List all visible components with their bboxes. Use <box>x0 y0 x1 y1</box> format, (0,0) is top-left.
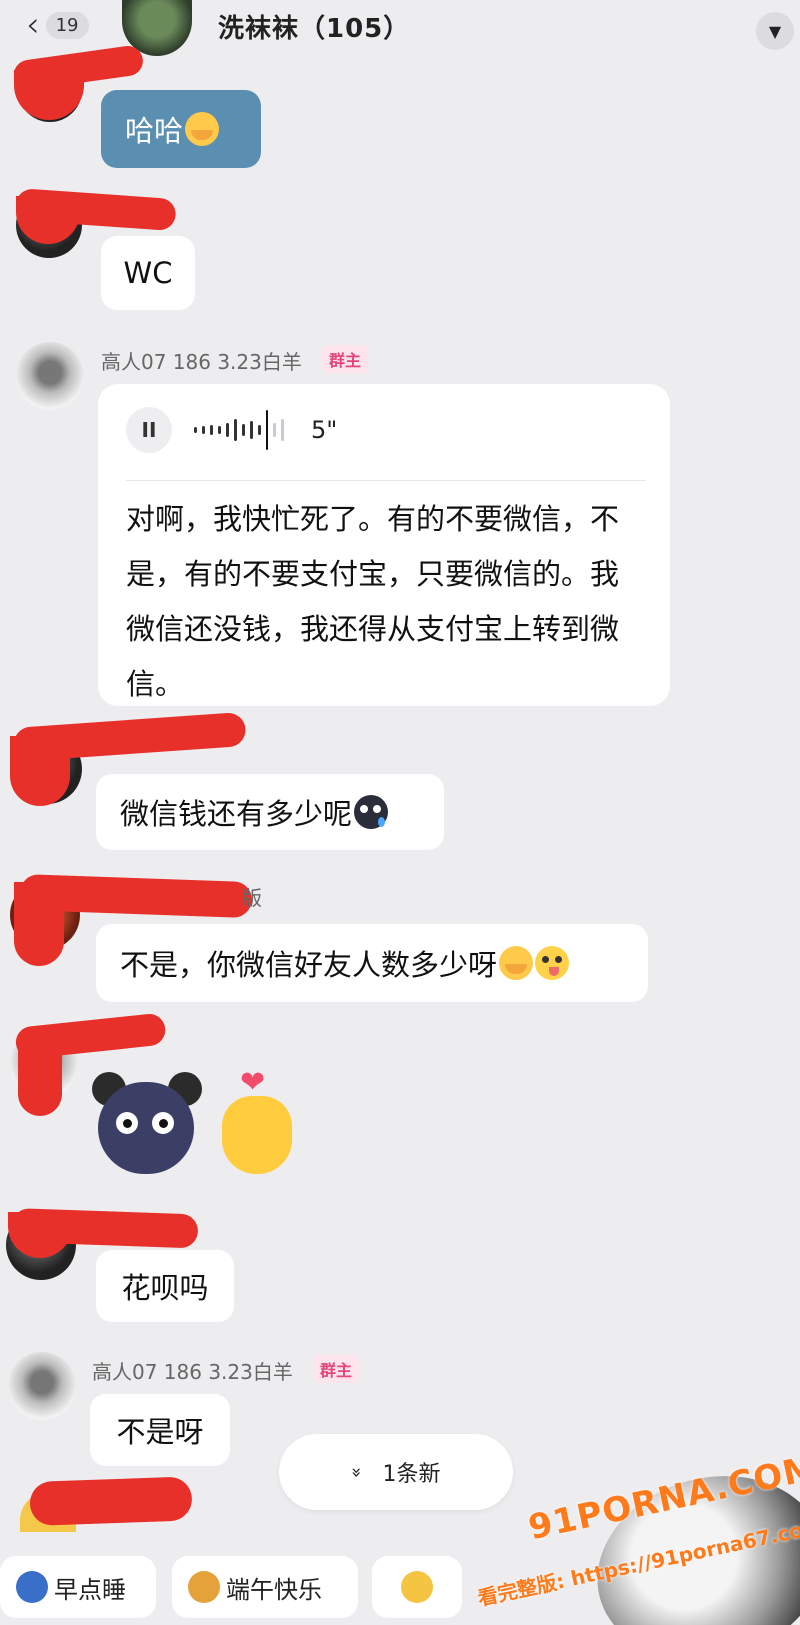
message-bubble[interactable]: 不是呀 <box>90 1394 230 1466</box>
chevron-down-icon[interactable]: ▼ <box>756 12 794 50</box>
voice-message-card[interactable]: II 5" 对啊，我快忙死了。有的不要微信，不是，有的不要支付宝，只要微信的。我… <box>98 384 670 706</box>
pause-icon[interactable]: II <box>126 407 172 453</box>
new-message-label: 1条新 <box>382 1462 441 1487</box>
tongue-face-icon <box>535 946 570 980</box>
watermark: 91PORNA.COM 看完整版: https://91porna67.com <box>468 1448 800 1625</box>
waveform-icon[interactable] <box>194 410 289 450</box>
back-button[interactable]: ‹ 19 <box>26 6 108 44</box>
crying-face-icon <box>499 946 534 980</box>
message-text: WC <box>123 256 173 290</box>
message-text: 微信钱还有多少呢 <box>120 797 353 831</box>
unread-count-badge: 19 <box>45 11 89 39</box>
tiger-icon <box>188 1571 220 1603</box>
quick-reply-dragon-boat[interactable]: 端午快乐 <box>172 1556 358 1618</box>
message-text: 花呗吗 <box>121 1271 209 1305</box>
sleep-icon <box>16 1571 48 1603</box>
finger-heart-icon[interactable]: ❤ <box>218 1068 296 1178</box>
crying-face-icon <box>185 112 220 146</box>
chevron-left-icon: ‹ <box>26 5 40 45</box>
redaction-mark <box>29 1476 193 1526</box>
owner-badge: 群主 <box>313 1355 360 1383</box>
message-bubble[interactable]: WC <box>101 236 195 310</box>
sender-name: 高人07 186 3.23白羊 <box>101 350 302 374</box>
redaction-mark <box>14 882 64 966</box>
voice-player: II 5" <box>126 402 646 458</box>
divider <box>126 480 646 481</box>
voice-transcript: 对啊，我快忙死了。有的不要微信，不是，有的不要支付宝，只要微信的。我微信还没钱，… <box>126 502 620 701</box>
sender-name: 高人07 186 3.23白羊 <box>92 1360 293 1384</box>
voice-duration: 5" <box>311 416 338 444</box>
double-chevron-down-icon: » <box>346 1466 368 1478</box>
avatar[interactable] <box>8 1352 76 1420</box>
quick-reply-sleep[interactable]: 早点睡 <box>0 1556 156 1618</box>
quick-reply-emoji[interactable] <box>372 1556 462 1618</box>
owner-badge: 群主 <box>322 345 369 373</box>
group-title[interactable]: 洗袜袜（105） <box>218 8 410 45</box>
message-bubble[interactable]: 哈哈 <box>101 90 261 168</box>
message-text: 哈哈 <box>125 114 184 148</box>
avatar[interactable] <box>16 342 84 410</box>
message-text: 不是，你微信好友人数多少呀 <box>120 948 498 982</box>
monkey-sticker-icon[interactable] <box>92 1072 202 1176</box>
message-bubble[interactable]: 微信钱还有多少呢 <box>96 774 444 850</box>
sweat-face-icon <box>354 795 389 829</box>
message-bubble[interactable]: 花呗吗 <box>96 1250 234 1322</box>
message-bubble[interactable]: 不是，你微信好友人数多少呀 <box>96 924 648 1002</box>
sender-name-partial: 版 <box>242 886 262 910</box>
emoji-icon <box>401 1571 433 1603</box>
message-text: 不是呀 <box>116 1415 204 1449</box>
redaction-mark <box>18 1036 62 1116</box>
redaction-mark <box>10 736 70 806</box>
redaction-mark <box>14 70 84 120</box>
quick-reply-label: 早点睡 <box>54 1575 126 1604</box>
quick-reply-label: 端午快乐 <box>226 1575 322 1604</box>
